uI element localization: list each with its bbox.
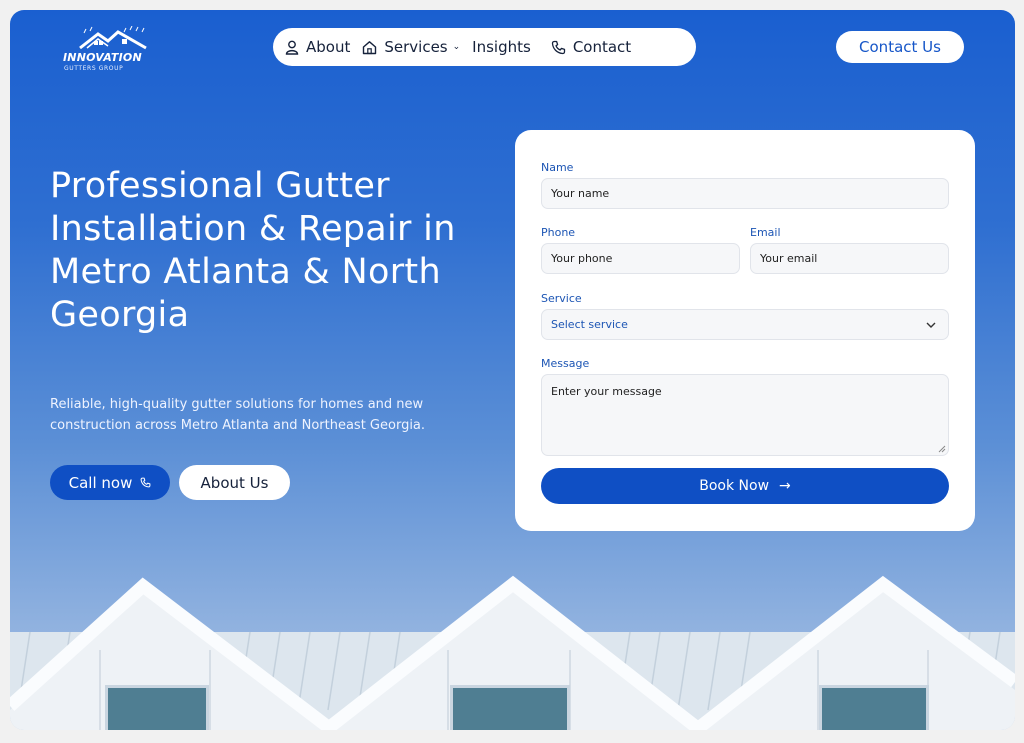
- arrow-right-icon: →: [779, 478, 791, 494]
- main-nav: About Services ⌄ Insights Contact: [273, 28, 696, 66]
- call-now-button[interactable]: Call now: [50, 465, 170, 500]
- nav-services-label: Services: [384, 38, 448, 56]
- phone-icon: [551, 40, 565, 54]
- book-now-button[interactable]: Book Now →: [541, 468, 949, 504]
- phone-label: Phone: [541, 226, 576, 239]
- call-now-label: Call now: [68, 473, 133, 492]
- service-select[interactable]: Select service: [541, 309, 949, 340]
- name-input[interactable]: Your name: [541, 178, 949, 209]
- service-label: Service: [541, 292, 582, 305]
- brand-name: INNOVATION: [63, 51, 142, 64]
- hero-title: Professional Gutter Installation & Repai…: [50, 166, 456, 335]
- book-now-label: Book Now: [699, 478, 770, 494]
- message-placeholder: Enter your message: [551, 385, 662, 398]
- email-placeholder: Your email: [760, 252, 818, 265]
- email-input[interactable]: Your email: [750, 243, 949, 274]
- service-selected-value: Select service: [551, 318, 628, 331]
- name-label: Name: [541, 161, 574, 174]
- about-us-button[interactable]: About Us: [179, 465, 290, 500]
- contact-us-button[interactable]: Contact Us: [836, 31, 964, 63]
- nav-item-services[interactable]: Services ⌄: [362, 38, 460, 56]
- chevron-down-icon: [926, 322, 936, 328]
- nav-insights-label: Insights: [472, 38, 531, 56]
- nav-item-contact[interactable]: Contact: [551, 38, 631, 56]
- nav-item-about[interactable]: About: [285, 38, 350, 56]
- resize-handle-icon[interactable]: [938, 445, 946, 453]
- roofline-illustration: [10, 575, 1015, 730]
- email-label: Email: [750, 226, 781, 239]
- name-placeholder: Your name: [551, 187, 610, 200]
- page-frame: INNOVATION GUTTERS GROUP About Services …: [10, 10, 1015, 730]
- message-label: Message: [541, 357, 590, 370]
- home-icon: [363, 40, 377, 54]
- brand-logo[interactable]: INNOVATION GUTTERS GROUP: [60, 26, 156, 80]
- nav-contact-label: Contact: [572, 38, 632, 56]
- phone-placeholder: Your phone: [551, 252, 613, 265]
- user-icon: [285, 40, 299, 55]
- booking-form-card: Name Your name Phone Your phone Email Yo…: [515, 130, 975, 531]
- phone-icon: [140, 477, 151, 488]
- chevron-down-icon: ⌄: [452, 42, 461, 52]
- message-textarea[interactable]: Enter your message: [541, 374, 949, 456]
- nav-about-label: About: [306, 38, 351, 56]
- phone-input[interactable]: Your phone: [541, 243, 740, 274]
- hero-description: Reliable, high-quality gutter solutions …: [50, 397, 426, 433]
- nav-item-insights[interactable]: Insights: [472, 38, 531, 56]
- brand-tagline: GUTTERS GROUP: [64, 65, 124, 72]
